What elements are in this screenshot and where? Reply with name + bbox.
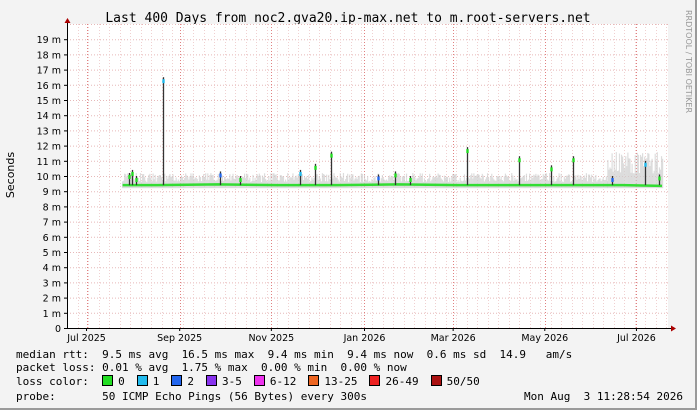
- spike-loss-marker: [466, 149, 469, 154]
- y-tick-label: 17 m: [37, 66, 61, 77]
- loss-color-swatch: [171, 375, 183, 386]
- spike-loss-marker: [128, 174, 131, 179]
- x-tick-label: Jan 2026: [343, 333, 386, 344]
- loss-color-item-label: 50/50: [446, 375, 480, 388]
- loss-color-label: loss color:: [16, 375, 89, 388]
- spike-loss-marker: [131, 171, 134, 176]
- loss-color-item-label: 2: [187, 375, 194, 388]
- loss-color-item: 26-49: [369, 375, 419, 388]
- x-tick-label: Jul 2026: [616, 333, 656, 344]
- loss-color-item: 0: [102, 375, 125, 388]
- y-tick-label: 10 m: [37, 172, 61, 183]
- loss-color-item: 13-25: [308, 375, 357, 388]
- spike-loss-marker: [409, 178, 412, 182]
- probe-timestamp: Mon Aug 3 11:28:54 2026: [524, 390, 683, 403]
- loss-color-item-label: 3-5: [221, 375, 242, 388]
- y-tick-label: 3 m: [43, 278, 61, 289]
- loss-color-item-label: 13-25: [324, 375, 358, 388]
- probe-info: probe: 50 ICMP Echo Pings (56 Bytes) eve…: [16, 390, 367, 403]
- loss-color-item: 3-5: [205, 375, 242, 388]
- y-tick-label: 14 m: [37, 111, 61, 122]
- y-tick-label: 9 m: [43, 187, 61, 198]
- median-line: [122, 183, 663, 188]
- y-tick-label: 7 m: [43, 218, 61, 229]
- y-tick-label: 19 m: [37, 35, 61, 46]
- x-axis-arrow: [671, 325, 676, 332]
- packet-loss-stats: packet loss: 0.01 % avg 1.75 % max 0.00 …: [16, 361, 407, 374]
- watermark: RRDTOOL / TOBI OETIKER: [684, 10, 693, 113]
- loss-color-item-label: 1: [152, 375, 160, 388]
- y-tick-label: 8 m: [43, 202, 61, 213]
- spike-loss-marker: [550, 167, 553, 172]
- y-tick-label: 6 m: [43, 233, 61, 244]
- y-tick-label: 0: [55, 324, 61, 335]
- spike-loss-marker: [330, 153, 333, 158]
- spike-loss-marker: [239, 178, 242, 182]
- spike-loss-marker: [572, 158, 575, 163]
- chart-title: Last 400 Days from noc2.gva20.ip-max.net…: [105, 11, 590, 26]
- y-tick-label: 5 m: [43, 248, 61, 259]
- chart: Last 400 Days from noc2.gva20.ip-max.net…: [4, 10, 693, 344]
- loss-color-items: 0 1 2 3-5 6-12 13-25 26-49 50/50: [102, 375, 492, 388]
- x-tick-labels: Jul 2025 Sep 2025 Nov 2025 Jan 2026 Mar 2026…: [66, 328, 656, 344]
- y-tick-label: 15 m: [37, 96, 61, 107]
- y-tick-label: 11 m: [37, 157, 61, 168]
- loss-color-item-label: 0: [118, 375, 125, 388]
- spike-loss-marker: [135, 178, 138, 182]
- loss-color-swatch: [369, 375, 381, 386]
- spike-loss-marker: [377, 176, 380, 181]
- x-tick-label: May 2026: [521, 333, 568, 344]
- loss-color-swatch: [253, 375, 265, 386]
- loss-color-item: 6-12: [253, 375, 297, 388]
- loss-color-item-label: 6-12: [269, 375, 297, 388]
- loss-color-swatch: [102, 375, 114, 386]
- y-tick-label: 12 m: [37, 142, 61, 153]
- y-axis-label: Seconds: [4, 152, 17, 198]
- spike-loss-marker: [299, 171, 302, 176]
- loss-color-item: 2: [171, 375, 194, 388]
- spike-loss-marker: [394, 173, 397, 178]
- loss-color-swatch: [308, 375, 320, 386]
- loss-color-swatch: [136, 375, 148, 386]
- spike-loss-marker: [611, 178, 614, 182]
- x-tick-label: Mar 2026: [431, 333, 476, 344]
- spike-loss-marker: [644, 162, 647, 167]
- loss-color-swatch: [430, 375, 442, 386]
- y-tick-label: 16 m: [37, 81, 61, 92]
- y-tick-label: 13 m: [37, 126, 61, 137]
- y-tick-label: 1 m: [43, 309, 61, 320]
- loss-color-item: 50/50: [430, 375, 480, 388]
- x-tick-label: Sep 2025: [157, 333, 202, 344]
- spike-loss-marker: [658, 176, 661, 181]
- loss-color-item-label: 26-49: [385, 375, 419, 388]
- loss-color-swatch: [205, 375, 217, 386]
- x-tick-label: Nov 2025: [248, 333, 294, 344]
- loss-color-legend: loss color: 0 1 2 3-5 6-12 13-25 26-49 50/50: [16, 375, 492, 388]
- spike-loss-marker: [219, 173, 222, 178]
- spike-loss-marker: [162, 79, 165, 84]
- spike-loss-marker: [518, 158, 521, 163]
- y-tick-labels: 0 1 m 2 m 3 m 4 m 5 m 6 m 7 m 8 m 9 m 10 m 11 m 12 m…: [37, 35, 67, 335]
- x-tick-label: Jul 2025: [66, 333, 106, 344]
- y-tick-label: 18 m: [37, 50, 61, 61]
- smokeping-graph: Last 400 Days from noc2.gva20.ip-max.net…: [0, 0, 697, 410]
- y-axis-arrow: [64, 18, 71, 23]
- loss-color-item: 1: [136, 375, 160, 388]
- median-series: [122, 183, 663, 188]
- median-rtt-stats: median rtt: 9.5 ms avg 16.5 ms max 9.4 m…: [16, 348, 573, 361]
- y-tick-label: 2 m: [43, 294, 61, 305]
- y-tick-label: 4 m: [43, 263, 61, 274]
- spike-loss-marker: [314, 165, 317, 170]
